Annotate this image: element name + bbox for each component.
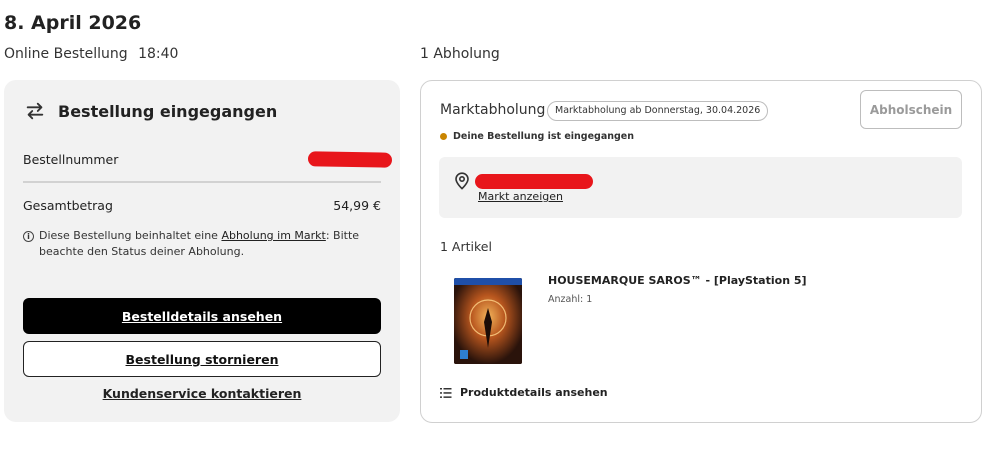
product-image[interactable] <box>454 278 522 364</box>
show-store-link[interactable]: Markt anzeigen <box>478 190 563 203</box>
total-row: Gesamtbetrag 54,99 € <box>23 198 381 213</box>
product-details-label: Produktdetails ansehen <box>460 386 608 399</box>
order-status: Bestellung eingegangen <box>24 100 277 122</box>
pickup-card: Marktabholung Marktabholung ab Donnersta… <box>420 80 982 423</box>
order-number-redaction <box>307 151 393 168</box>
order-number-label: Bestellnummer <box>23 152 119 167</box>
pickup-slip-button[interactable]: Abholschein <box>860 90 962 129</box>
product-details-link[interactable]: Produktdetails ansehen <box>440 386 608 399</box>
divider <box>23 181 381 183</box>
product-quantity: Anzahl: 1 <box>548 294 593 305</box>
customer-service-link[interactable]: Kundenservice kontaktieren <box>23 386 381 401</box>
order-status-title: Bestellung eingegangen <box>58 101 278 121</box>
arrows-swap-icon <box>26 102 44 120</box>
pickup-info-link[interactable]: Abholung im Markt <box>221 229 325 242</box>
pickup-info-note: i Diese Bestellung beinhaltet eine Abhol… <box>23 228 383 260</box>
pickup-status-text: Deine Bestellung ist eingegangen <box>453 131 635 142</box>
store-name-redaction <box>475 174 593 189</box>
order-type: Online Bestellung <box>4 46 128 62</box>
pickup-info-text: Diese Bestellung beinhaltet eine Abholun… <box>39 228 383 260</box>
order-date: 8. April 2026 <box>4 12 142 34</box>
status-dot-icon <box>440 133 447 140</box>
total-label: Gesamtbetrag <box>23 198 113 213</box>
order-time: 18:40 <box>138 46 179 62</box>
product-name: HOUSEMARQUE SAROS™ - [PlayStation 5] <box>548 274 807 287</box>
pickup-date-badge: Marktabholung ab Donnerstag, 30.04.2026 <box>547 101 769 121</box>
order-summary-card: Bestellung eingegangen Bestellnummer Ges… <box>4 80 400 422</box>
item-count: 1 Artikel <box>440 239 492 254</box>
order-details-button[interactable]: Bestelldetails ansehen <box>23 298 381 334</box>
store-info-box: Markt anzeigen <box>439 157 962 218</box>
location-pin-icon <box>455 172 469 190</box>
pickup-status: Deine Bestellung ist eingegangen <box>440 131 634 142</box>
cancel-order-button[interactable]: Bestellung stornieren <box>23 341 381 377</box>
product-cover-art <box>454 278 522 364</box>
info-icon: i <box>23 231 34 242</box>
pickup-title: Marktabholung <box>440 102 546 118</box>
order-meta: Online Bestellung 18:40 <box>4 46 178 62</box>
pickup-count: 1 Abholung <box>420 46 500 62</box>
info-text-before: Diese Bestellung beinhaltet eine <box>39 229 222 242</box>
total-value: 54,99 € <box>333 198 381 213</box>
list-icon <box>440 387 452 398</box>
